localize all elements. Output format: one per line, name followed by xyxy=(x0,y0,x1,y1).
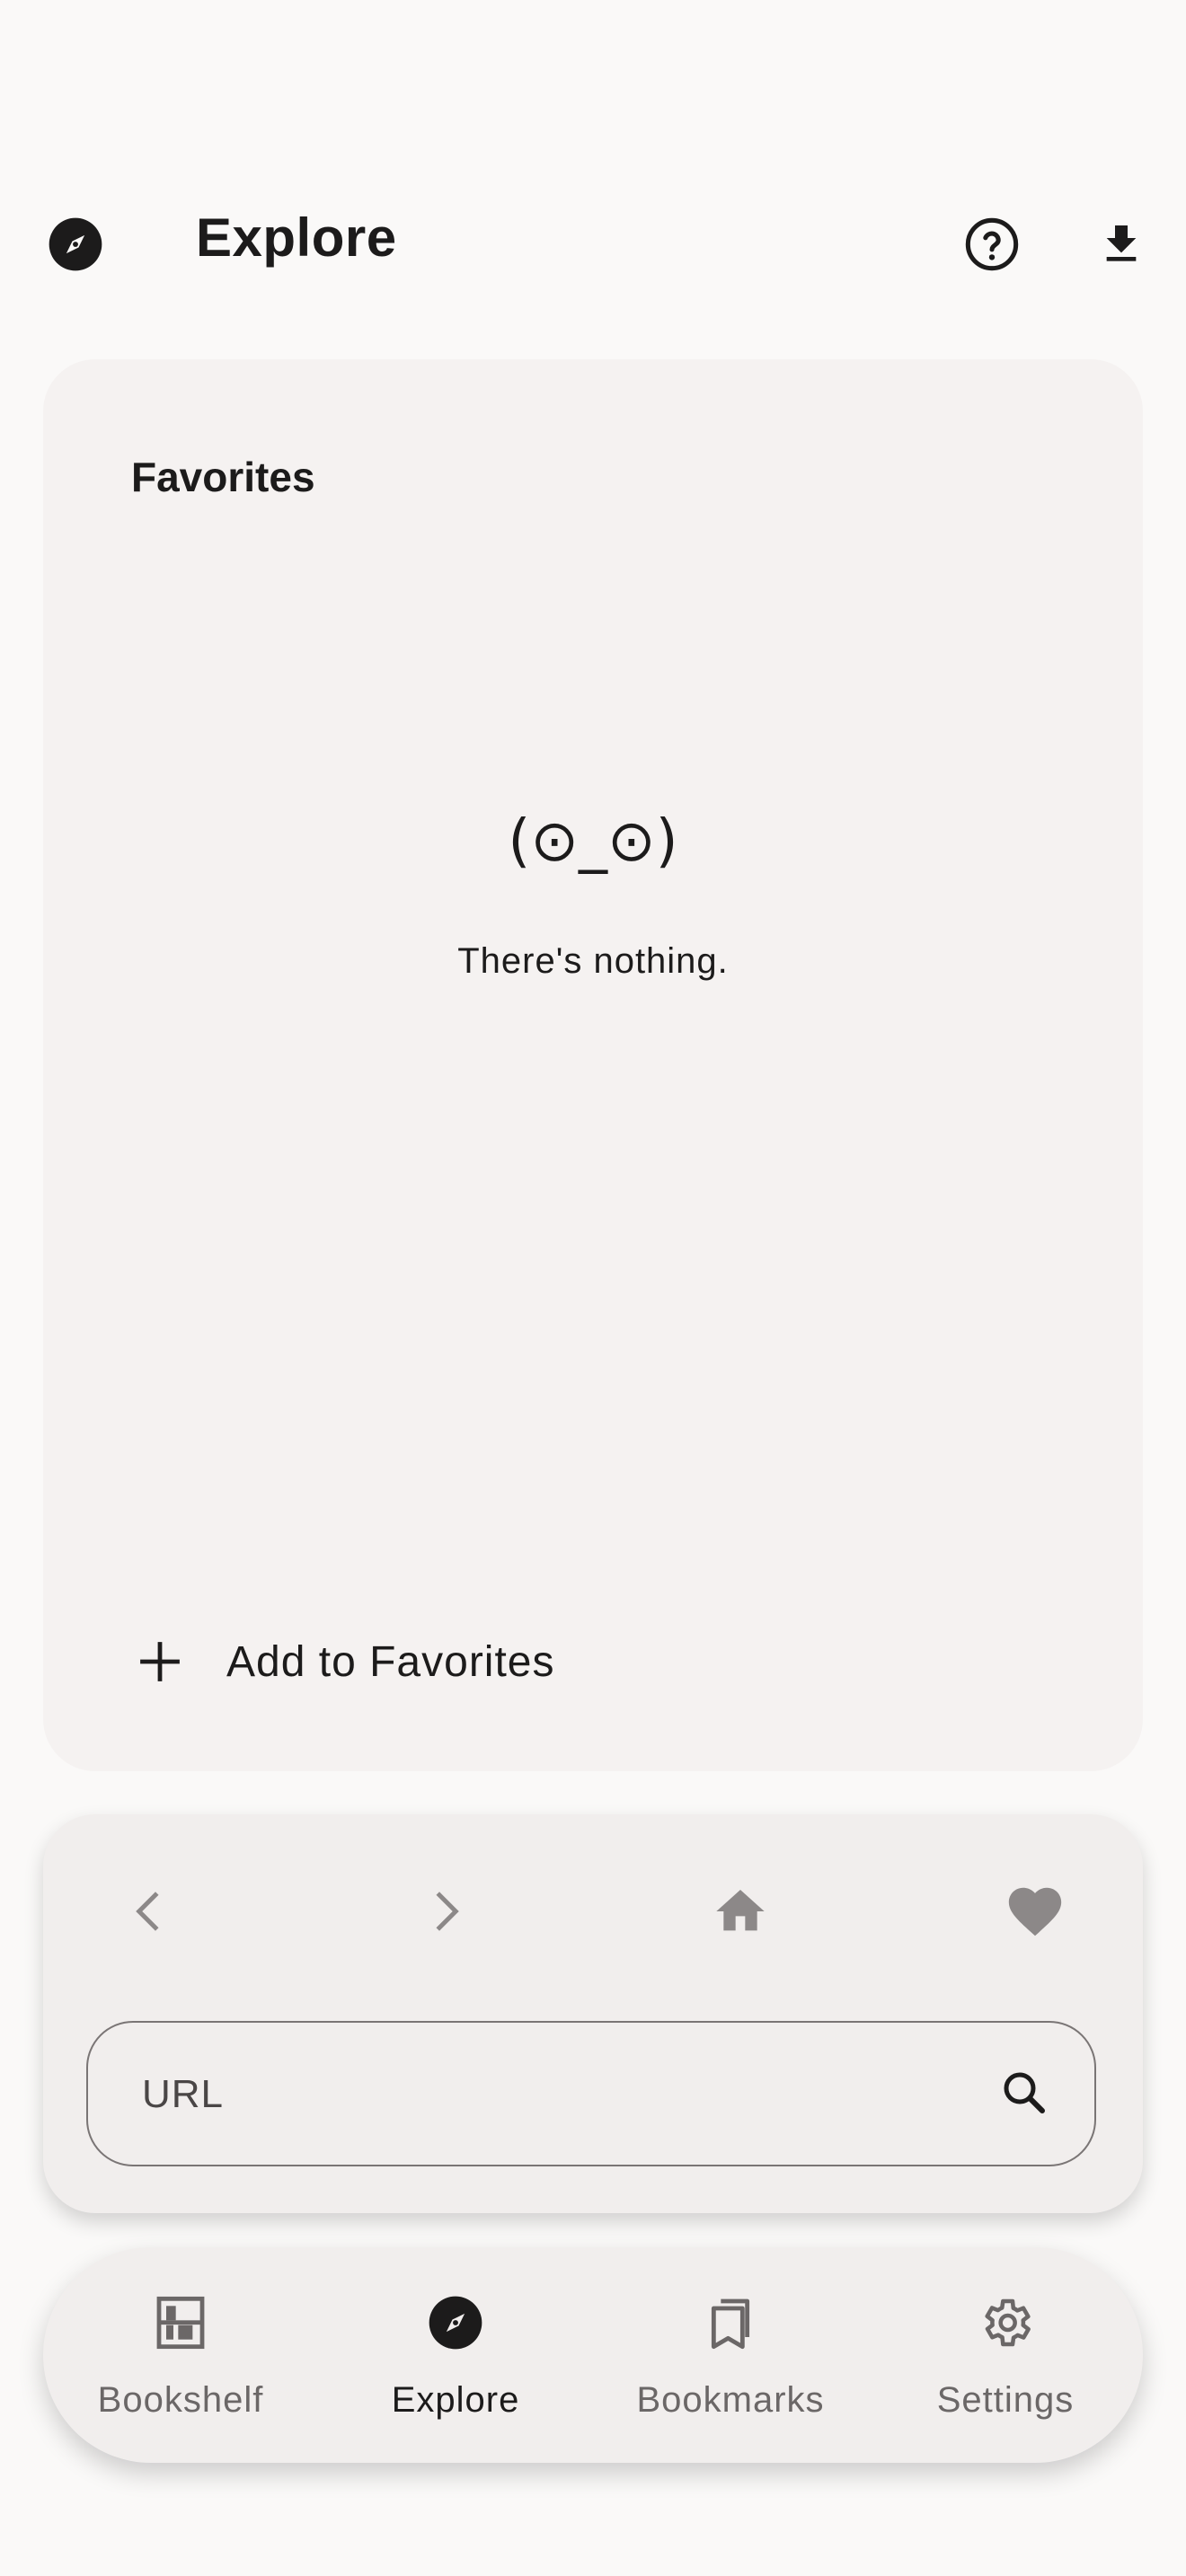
top-app-bar: Explore xyxy=(0,180,1186,305)
url-field xyxy=(86,2021,1096,2166)
favorite-button[interactable] xyxy=(990,1868,1080,1958)
home-button[interactable] xyxy=(695,1868,785,1958)
nav-item-bookshelf[interactable]: Bookshelf xyxy=(43,2247,318,2463)
browser-control-panel xyxy=(43,1814,1143,2213)
back-button[interactable] xyxy=(104,1868,194,1958)
add-to-favorites-label: Add to Favorites xyxy=(226,1637,555,1686)
explore-screen: Explore Favorites (⊙_⊙) There's nothing.… xyxy=(0,0,1186,2576)
empty-state-message: There's nothing. xyxy=(457,941,729,981)
bottom-navigation: Bookshelf Explore Bookmarks Settings xyxy=(43,2247,1143,2463)
search-icon xyxy=(997,2066,1051,2124)
bookshelf-icon xyxy=(43,2290,318,2355)
help-circle-icon xyxy=(963,216,1021,278)
favorites-card: Favorites (⊙_⊙) There's nothing. Add to … xyxy=(43,359,1143,1771)
nav-item-settings[interactable]: Settings xyxy=(868,2247,1143,2463)
home-icon xyxy=(712,1883,769,1945)
empty-state-emoticon: (⊙_⊙) xyxy=(508,808,678,875)
nav-label-bookmarks: Bookmarks xyxy=(636,2380,825,2420)
heart-icon xyxy=(1004,1880,1067,1947)
add-to-favorites-button[interactable]: Add to Favorites xyxy=(115,1608,672,1716)
url-input[interactable] xyxy=(140,2023,952,2166)
nav-label-explore: Explore xyxy=(391,2380,520,2420)
forward-button[interactable] xyxy=(401,1868,491,1958)
search-button[interactable] xyxy=(979,2050,1069,2139)
nav-label-bookshelf: Bookshelf xyxy=(97,2380,264,2420)
nav-label-settings: Settings xyxy=(936,2380,1075,2420)
bookmarks-icon xyxy=(593,2290,868,2355)
download-icon xyxy=(1096,219,1146,274)
download-button[interactable] xyxy=(1082,207,1161,286)
chevron-left-icon xyxy=(122,1884,176,1943)
gear-icon xyxy=(868,2290,1143,2355)
plus-icon xyxy=(115,1617,205,1707)
help-button[interactable] xyxy=(952,207,1031,286)
compass-icon xyxy=(318,2290,593,2355)
nav-item-bookmarks[interactable]: Bookmarks xyxy=(593,2247,868,2463)
favorites-title: Favorites xyxy=(131,454,315,500)
compass-icon xyxy=(47,216,104,273)
chevron-right-icon xyxy=(419,1884,473,1943)
nav-item-explore[interactable]: Explore xyxy=(318,2247,593,2463)
page-title: Explore xyxy=(196,207,397,268)
